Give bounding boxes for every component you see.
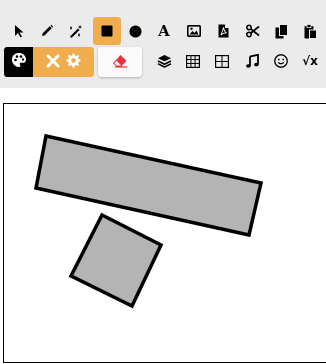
music-button[interactable]	[239, 48, 265, 74]
smiley-icon	[274, 54, 288, 68]
table-button[interactable]	[180, 48, 206, 74]
eraser-button[interactable]	[98, 47, 142, 77]
pdf-tool-button[interactable]	[210, 18, 236, 44]
rectangle-shape[interactable]	[33, 133, 264, 238]
pdf-file-icon	[218, 24, 229, 38]
layers-icon	[157, 54, 172, 68]
layers-button[interactable]	[151, 48, 177, 74]
image-tool-button[interactable]	[181, 18, 207, 44]
palette-icon	[11, 52, 27, 72]
magic-wand-tool-button[interactable]	[62, 18, 88, 44]
text-tool-button[interactable]: A	[151, 18, 177, 44]
square-root-x-icon: √x	[302, 54, 318, 68]
text-icon: A	[158, 22, 170, 40]
gear-icon	[66, 52, 81, 72]
border-grid-icon	[215, 54, 229, 68]
scissors-icon	[246, 24, 260, 38]
copy-tool-button[interactable]	[268, 18, 294, 44]
image-icon	[187, 25, 201, 37]
paste-icon	[304, 23, 317, 39]
border-grid-button[interactable]	[209, 48, 235, 74]
close-icon	[46, 53, 60, 72]
select-pointer-icon	[13, 24, 25, 38]
paste-tool-button[interactable]	[297, 18, 323, 44]
toolbar: A √x	[0, 0, 326, 88]
drawing-canvas[interactable]	[3, 103, 326, 363]
magic-wand-icon	[68, 24, 83, 39]
rectangle-tool-button[interactable]	[93, 17, 121, 45]
table-grid-icon	[186, 54, 200, 68]
music-note-icon	[245, 54, 259, 68]
color-palette-button[interactable]	[4, 47, 33, 77]
circle-icon	[129, 25, 142, 38]
circle-tool-button[interactable]	[122, 18, 148, 44]
eraser-icon	[112, 53, 128, 72]
math-formula-button[interactable]: √x	[297, 48, 323, 74]
select-tool-button[interactable]	[6, 18, 32, 44]
emoji-button[interactable]	[268, 48, 294, 74]
pencil-icon	[40, 24, 54, 38]
pencil-tool-button[interactable]	[34, 18, 60, 44]
tools-settings-button[interactable]	[33, 47, 94, 77]
cut-tool-button[interactable]	[240, 18, 266, 44]
square-icon	[101, 25, 113, 37]
copy-icon	[275, 23, 288, 39]
square-shape[interactable]	[68, 212, 164, 309]
